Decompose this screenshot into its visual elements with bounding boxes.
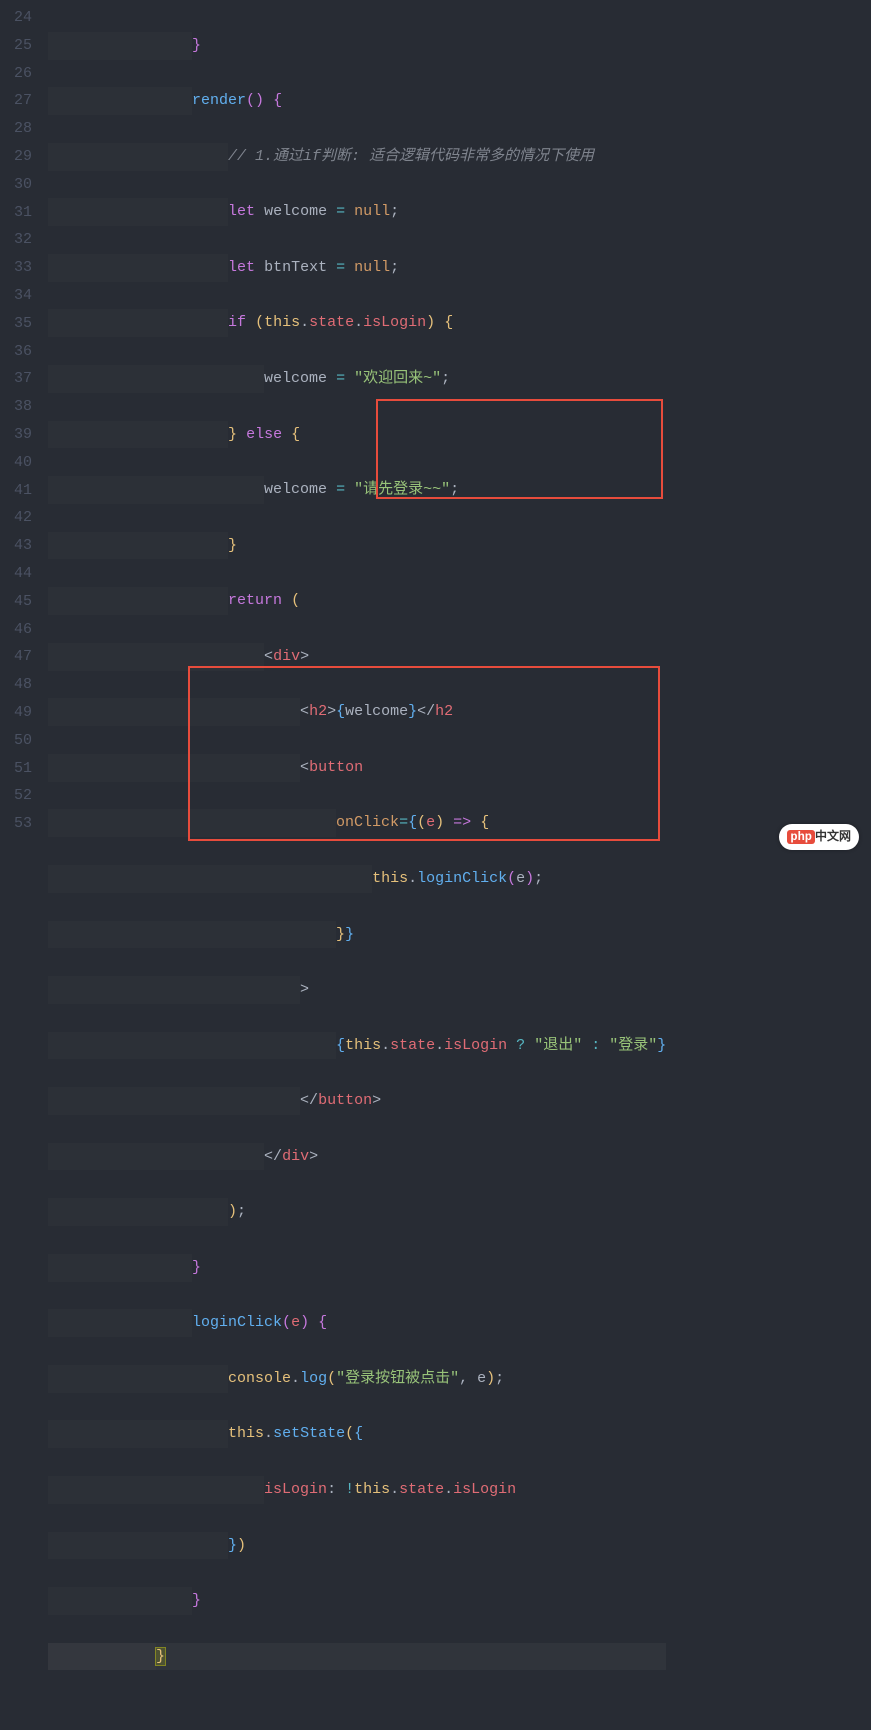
line-number: 50: [0, 727, 32, 755]
logo-brand: php: [787, 830, 815, 844]
code-line: </div>: [48, 1143, 666, 1171]
code-line: isLogin: !this.state.isLogin: [48, 1476, 666, 1504]
code-line: let welcome = null;: [48, 198, 666, 226]
code-line: welcome = "请先登录~~";: [48, 476, 666, 504]
code-line: this.setState({: [48, 1420, 666, 1448]
watermark-logo: php中文网: [779, 824, 859, 850]
line-number: 25: [0, 32, 32, 60]
line-number: 33: [0, 254, 32, 282]
line-number: 44: [0, 560, 32, 588]
line-number: 35: [0, 310, 32, 338]
code-line: return (: [48, 587, 666, 615]
line-number: 32: [0, 226, 32, 254]
code-line: this.loginClick(e);: [48, 865, 666, 893]
code-line: loginClick(e) {: [48, 1309, 666, 1337]
line-number: 52: [0, 782, 32, 810]
line-number: 39: [0, 421, 32, 449]
code-line: if (this.state.isLogin) {: [48, 309, 666, 337]
code-line: welcome = "欢迎回来~";: [48, 365, 666, 393]
line-number: 43: [0, 532, 32, 560]
line-number: 28: [0, 115, 32, 143]
code-line: console.log("登录按钮被点击", e);: [48, 1365, 666, 1393]
code-line: }}: [48, 921, 666, 949]
line-number: 30: [0, 171, 32, 199]
code-line: }): [48, 1532, 666, 1560]
code-line: } else {: [48, 421, 666, 449]
line-number: 46: [0, 616, 32, 644]
line-number: 53: [0, 810, 32, 838]
code-line: render() {: [48, 87, 666, 115]
line-number: 42: [0, 504, 32, 532]
code-line: }: [48, 1587, 666, 1615]
code-line: <button: [48, 754, 666, 782]
line-number: 29: [0, 143, 32, 171]
line-number: 40: [0, 449, 32, 477]
code-line: >: [48, 976, 666, 1004]
line-number: 45: [0, 588, 32, 616]
code-line: );: [48, 1198, 666, 1226]
code-line: {this.state.isLogin ? "退出" : "登录"}: [48, 1032, 666, 1060]
line-number: 27: [0, 87, 32, 115]
code-line: onClick={(e) => {: [48, 809, 666, 837]
code-line: </button>: [48, 1087, 666, 1115]
line-number: 26: [0, 60, 32, 88]
line-number: 36: [0, 338, 32, 366]
code-content[interactable]: } render() { // 1.通过if判断: 适合逻辑代码非常多的情况下使…: [40, 0, 666, 1730]
line-number: 47: [0, 643, 32, 671]
code-line: <h2>{welcome}</h2: [48, 698, 666, 726]
code-line: }: [48, 1254, 666, 1282]
line-number: 41: [0, 477, 32, 505]
logo-suffix: 中文网: [815, 830, 851, 844]
line-number: 48: [0, 671, 32, 699]
line-number: 49: [0, 699, 32, 727]
line-number: 38: [0, 393, 32, 421]
code-line: let btnText = null;: [48, 254, 666, 282]
line-number-gutter: 24 25 26 27 28 29 30 31 32 33 34 35 36 3…: [0, 0, 40, 1730]
line-number: 24: [0, 4, 32, 32]
line-number: 31: [0, 199, 32, 227]
line-number: 51: [0, 755, 32, 783]
code-line: <div>: [48, 643, 666, 671]
code-line: }: [48, 32, 666, 60]
code-editor: 24 25 26 27 28 29 30 31 32 33 34 35 36 3…: [0, 0, 871, 1730]
line-number: 34: [0, 282, 32, 310]
line-number: 37: [0, 365, 32, 393]
code-line: }: [48, 532, 666, 560]
code-line: }: [48, 1643, 666, 1671]
code-line: // 1.通过if判断: 适合逻辑代码非常多的情况下使用: [48, 143, 666, 171]
